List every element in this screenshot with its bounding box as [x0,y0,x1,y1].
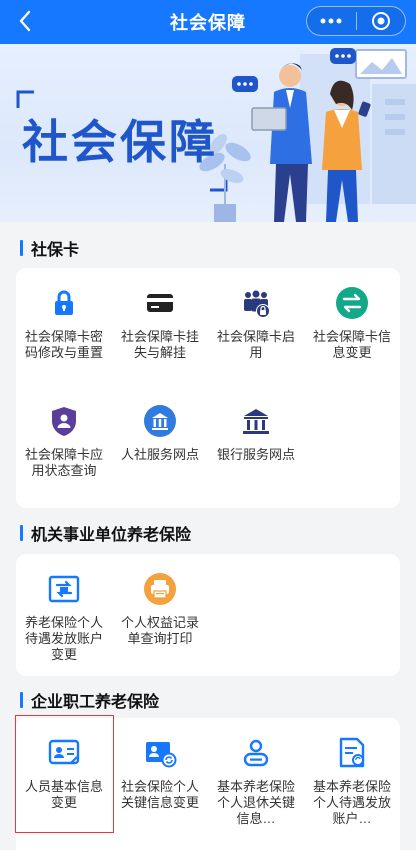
section-title-text: 机关事业单位养老保险 [31,527,192,544]
section-accent-bar [20,240,23,256]
grid-item-activate-card[interactable]: 社会保障卡启用 [208,268,304,361]
grid-item-info-change[interactable]: 社会保障卡信息变更 [304,268,400,361]
document-refresh-icon [335,736,369,770]
grid-item-label: 养老保险个人待遇发放账户变更 [24,615,103,662]
social-security-card-panel: 社会保障卡密码修改与重置 社会保障卡挂失与解挂 社会保障卡启用 社会保障卡信息变… [16,268,400,508]
id-card-icon [47,736,81,770]
grid-item-label: 社会保障卡启用 [216,329,295,360]
enterprise-pension-panel: 人员基本信息变更 社会保险个人关键信息变更 基本养老保险个人退休关键信息… 基本… [16,718,400,850]
grid-item-personal-info-change[interactable]: 人员基本信息变更 [16,718,112,811]
grid-item-bank-outlets[interactable]: 银行服务网点 [208,386,304,463]
public-institution-pension-panel: 养老保险个人待遇发放账户变更 个人权益记录单查询打印 [16,554,400,676]
page-title: 社会保障 [170,13,246,33]
section-title-public-institution-pension: 机关事业单位养老保险 [20,521,191,545]
grid-item-label: 社会保障卡应用状态查询 [24,447,103,478]
more-button[interactable] [307,7,356,35]
chevron-left-icon [19,10,31,32]
more-dots-icon [320,18,342,24]
section-title-text: 社保卡 [31,242,80,259]
grid-item-label: 社会保险个人关键信息变更 [120,779,199,810]
exchange-icon [335,286,369,320]
account-change-icon [47,572,81,606]
card-icon [143,286,177,320]
mini-program-capsule [306,6,406,36]
grid-item-key-info-change[interactable]: 社会保险个人关键信息变更 [112,718,208,811]
grid-item-benefit-account[interactable]: 基本养老保险个人待遇发放账户… [304,718,400,827]
grid-item-rights-record-print[interactable]: 个人权益记录单查询打印 [112,554,208,647]
back-button[interactable] [10,6,40,36]
grid-item-label: 个人权益记录单查询打印 [120,615,199,646]
close-mini-program-button[interactable] [357,7,406,35]
grid-item-report-loss[interactable]: 社会保障卡挂失与解挂 [112,268,208,361]
grid-item-label: 社会保障卡信息变更 [312,329,391,360]
grid-item-label: 社会保障卡挂失与解挂 [120,329,199,360]
top-nav-bar: 社会保障 [0,0,416,44]
bank-icon [239,404,273,438]
section-accent-bar [20,692,23,708]
card-refresh-icon [143,736,177,770]
banner: 社会保障 [0,44,416,222]
bank-building-icon [143,404,177,438]
user-retire-icon [239,736,273,770]
grid-item-label: 人员基本信息变更 [24,779,103,810]
section-accent-bar [20,525,23,541]
lock-icon [47,286,81,320]
grid-item-hr-service-outlets[interactable]: 人社服务网点 [112,386,208,463]
grid-item-label: 人社服务网点 [120,447,199,462]
shield-user-icon [47,404,81,438]
grid-item-label: 基本养老保险个人退休关键信息… [216,779,295,826]
grid-item-password-reset[interactable]: 社会保障卡密码修改与重置 [16,268,112,361]
banner-title: 社会保障 [22,115,218,169]
grid-item-label: 社会保障卡密码修改与重置 [24,329,103,360]
grid-item-label: 基本养老保险个人待遇发放账户… [312,779,391,826]
section-title-text: 企业职工养老保险 [31,694,160,711]
grid-item-pension-account-change[interactable]: 养老保险个人待遇发放账户变更 [16,554,112,663]
people-lock-icon [239,286,273,320]
grid-item-status-query[interactable]: 社会保障卡应用状态查询 [16,386,112,479]
grid-item-retirement-key-info[interactable]: 基本养老保险个人退休关键信息… [208,718,304,827]
grid-item-label: 银行服务网点 [216,447,295,462]
section-title-social-security-card: 社保卡 [20,236,79,260]
section-title-enterprise-pension: 企业职工养老保险 [20,688,159,712]
target-circle-icon [371,12,390,30]
printer-icon [143,572,177,606]
